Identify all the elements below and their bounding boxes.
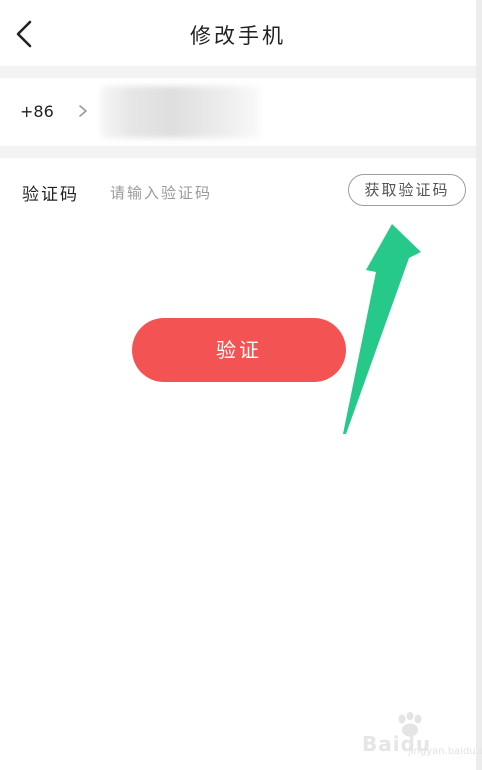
country-code-selector[interactable]: +86 [20, 102, 54, 121]
annotation-arrow-icon [343, 224, 421, 434]
phone-number-blurred [100, 86, 260, 138]
section-divider [0, 146, 476, 158]
chevron-right-icon [79, 105, 87, 117]
section-divider [0, 66, 476, 78]
verification-code-input[interactable] [108, 175, 332, 211]
phone-row: +86 [0, 78, 476, 146]
screen: 修改手机 +86 验证码 获取验证码 验证 [0, 0, 476, 770]
verification-code-label: 验证码 [22, 185, 79, 205]
screen-edge [476, 0, 482, 770]
verify-button[interactable]: 验证 [132, 318, 346, 382]
page-title: 修改手机 [190, 24, 286, 48]
header: 修改手机 [0, 0, 476, 66]
watermark: Baidu jingyan.baidu.com [362, 712, 482, 760]
watermark-sub: jingyan.baidu.com [408, 746, 482, 757]
